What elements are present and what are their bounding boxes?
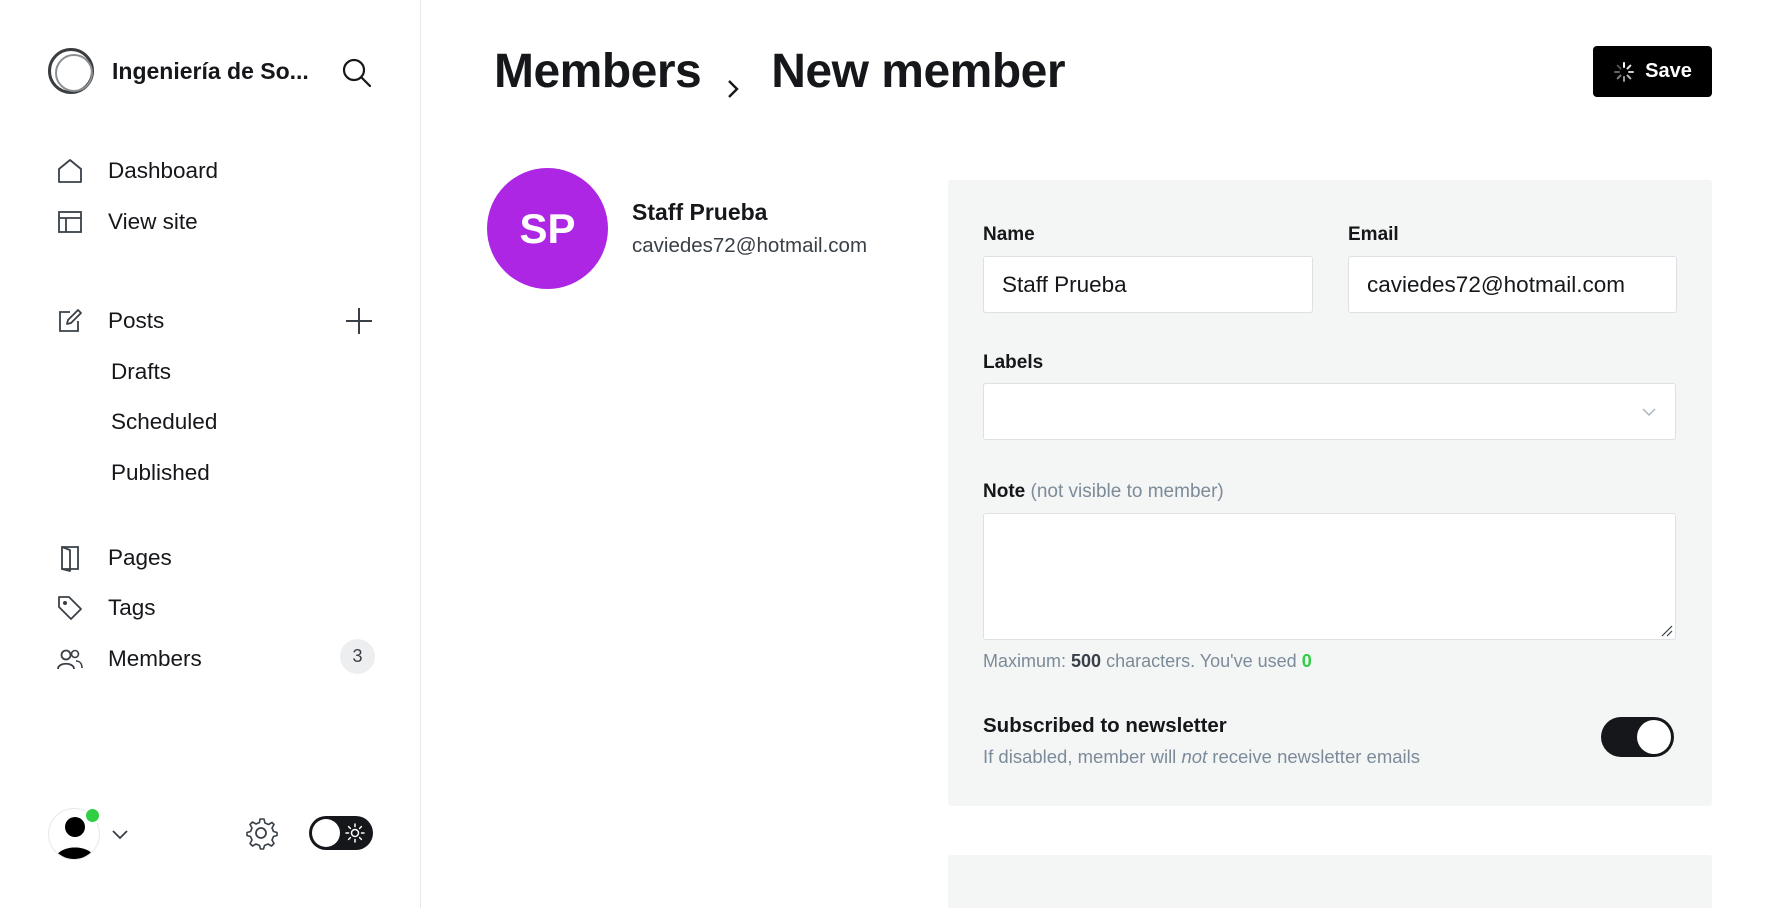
users-icon <box>56 645 84 673</box>
resize-grip-icon[interactable] <box>1659 623 1673 637</box>
member-details-panel: Name Email Labels Note (not visible to m… <box>948 180 1712 806</box>
note-textarea[interactable] <box>983 513 1676 640</box>
layout-icon <box>56 208 84 236</box>
save-label: Save <box>1645 60 1692 82</box>
sidebar: Ingeniería de So... Dashboard View site … <box>0 0 421 908</box>
sidebar-item-pages[interactable]: Pages <box>56 544 172 572</box>
save-button[interactable]: Save <box>1593 46 1712 97</box>
spinner-icon <box>1613 61 1635 83</box>
newsletter-desc-pre: If disabled, member will <box>983 746 1177 767</box>
tag-icon <box>56 594 84 622</box>
breadcrumb-members-link[interactable]: Members <box>494 44 702 99</box>
newsletter-desc-emphasis: not <box>1181 746 1208 767</box>
gear-icon[interactable] <box>243 815 279 851</box>
newsletter-title: Subscribed to newsletter <box>983 714 1227 737</box>
site-logo <box>48 48 94 94</box>
member-email: caviedes72@hotmail.com <box>632 234 868 257</box>
chevron-right-icon <box>719 61 749 98</box>
counter-used: 0 <box>1301 651 1312 671</box>
online-status-dot <box>84 807 101 824</box>
edit-icon <box>56 307 84 335</box>
name-field[interactable] <box>983 256 1313 313</box>
members-count-badge: 3 <box>340 639 375 674</box>
counter-mid: characters. You've used <box>1106 651 1297 671</box>
member-name: Staff Prueba <box>632 199 768 225</box>
labels-label: Labels <box>983 352 1044 373</box>
note-label: Note (not visible to member) <box>983 481 1224 503</box>
sidebar-item-drafts[interactable]: Drafts <box>111 359 171 385</box>
note-character-counter: Maximum: 500 characters. You've used 0 <box>983 651 1312 672</box>
note-label-text: Note <box>983 481 1026 502</box>
sidebar-item-dashboard[interactable]: Dashboard <box>56 157 218 185</box>
sidebar-item-published[interactable]: Published <box>111 460 210 486</box>
sidebar-item-scheduled[interactable]: Scheduled <box>111 409 217 435</box>
counter-max: 500 <box>1071 651 1102 671</box>
page-title: New member <box>771 45 1066 98</box>
site-title: Ingeniería de So... <box>112 57 309 84</box>
home-icon <box>56 157 84 185</box>
sidebar-item-view-site[interactable]: View site <box>56 208 198 236</box>
sidebar-item-tags[interactable]: Tags <box>56 594 156 622</box>
chevron-down-icon <box>1639 402 1659 422</box>
newsletter-description: If disabled, member will not receive new… <box>983 746 1420 768</box>
sidebar-item-label: Tags <box>108 595 156 620</box>
member-avatar: SP <box>487 168 608 289</box>
name-label: Name <box>983 224 1035 245</box>
counter-prefix: Maximum: <box>983 651 1067 671</box>
chevron-down-icon[interactable] <box>110 824 130 844</box>
toggle-knob <box>1637 720 1671 754</box>
email-field[interactable] <box>1348 256 1677 313</box>
secondary-panel <box>948 855 1712 908</box>
sidebar-item-label: View site <box>108 209 198 234</box>
sidebar-item-label: Pages <box>108 545 172 570</box>
newsletter-desc-post: receive newsletter emails <box>1212 746 1420 767</box>
sidebar-item-label: Posts <box>108 308 165 333</box>
sidebar-item-label: Dashboard <box>108 158 219 183</box>
newsletter-toggle[interactable] <box>1601 717 1674 757</box>
search-icon[interactable] <box>340 56 374 90</box>
theme-toggle[interactable] <box>309 816 373 850</box>
sidebar-item-label: Members <box>108 646 202 671</box>
book-icon <box>56 544 84 572</box>
toggle-knob <box>312 819 340 847</box>
sun-icon <box>345 823 365 843</box>
email-label: Email <box>1348 224 1399 245</box>
sidebar-item-posts[interactable]: Posts <box>56 307 164 335</box>
plus-icon[interactable] <box>343 305 375 337</box>
labels-select[interactable] <box>983 383 1676 440</box>
note-hint: (not visible to member) <box>1030 481 1224 502</box>
site-brand[interactable]: Ingeniería de So... <box>48 48 309 94</box>
sidebar-item-members[interactable]: Members <box>56 645 202 673</box>
breadcrumb: Members New member <box>494 44 1066 99</box>
